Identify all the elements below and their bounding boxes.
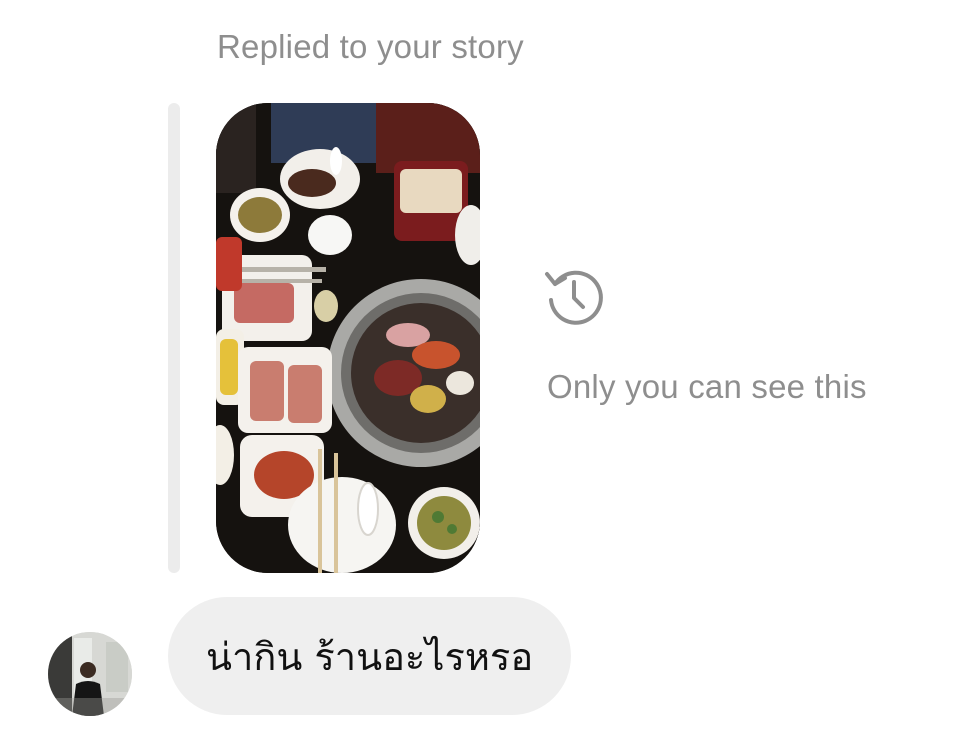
story-reply-header: Replied to your story: [217, 28, 524, 65]
message-text: น่ากิน ร้านอะไรหรอ: [206, 634, 534, 679]
story-thumbnail-image: [216, 103, 480, 573]
story-thumbnail[interactable]: [216, 103, 480, 573]
history-clock-icon: [543, 266, 605, 328]
sender-avatar[interactable]: [48, 632, 132, 716]
privacy-note: Only you can see this: [547, 368, 867, 405]
message-bubble[interactable]: น่ากิน ร้านอะไรหรอ: [168, 597, 572, 715]
avatar-image: [48, 632, 132, 716]
story-quote-bar: [168, 103, 180, 573]
